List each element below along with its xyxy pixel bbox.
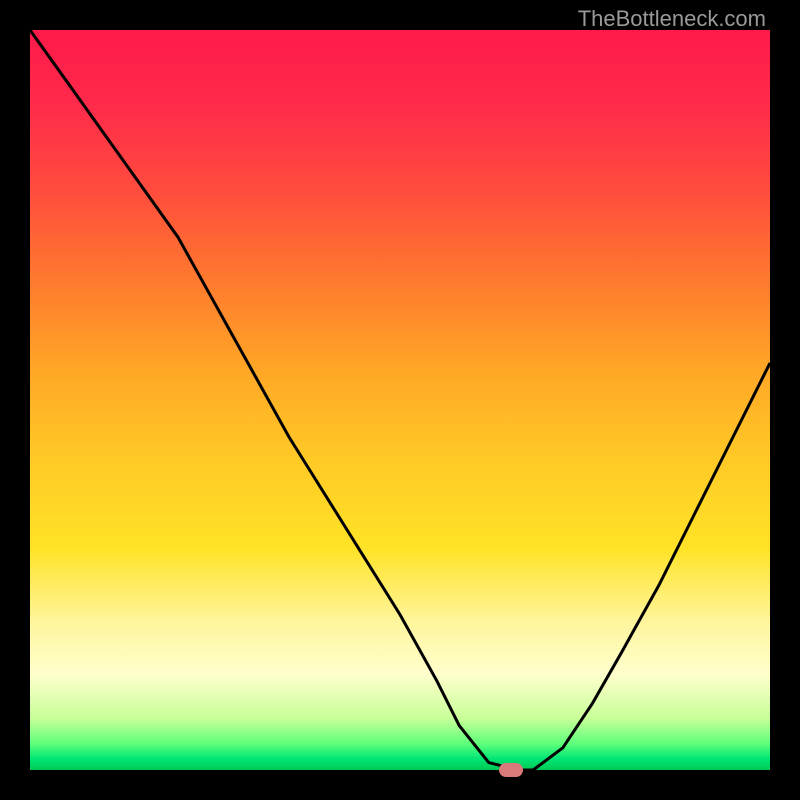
optimal-point-marker [499, 763, 523, 777]
bottleneck-curve [30, 30, 770, 770]
watermark-text: TheBottleneck.com [578, 6, 766, 32]
chart-container: TheBottleneck.com [0, 0, 800, 800]
